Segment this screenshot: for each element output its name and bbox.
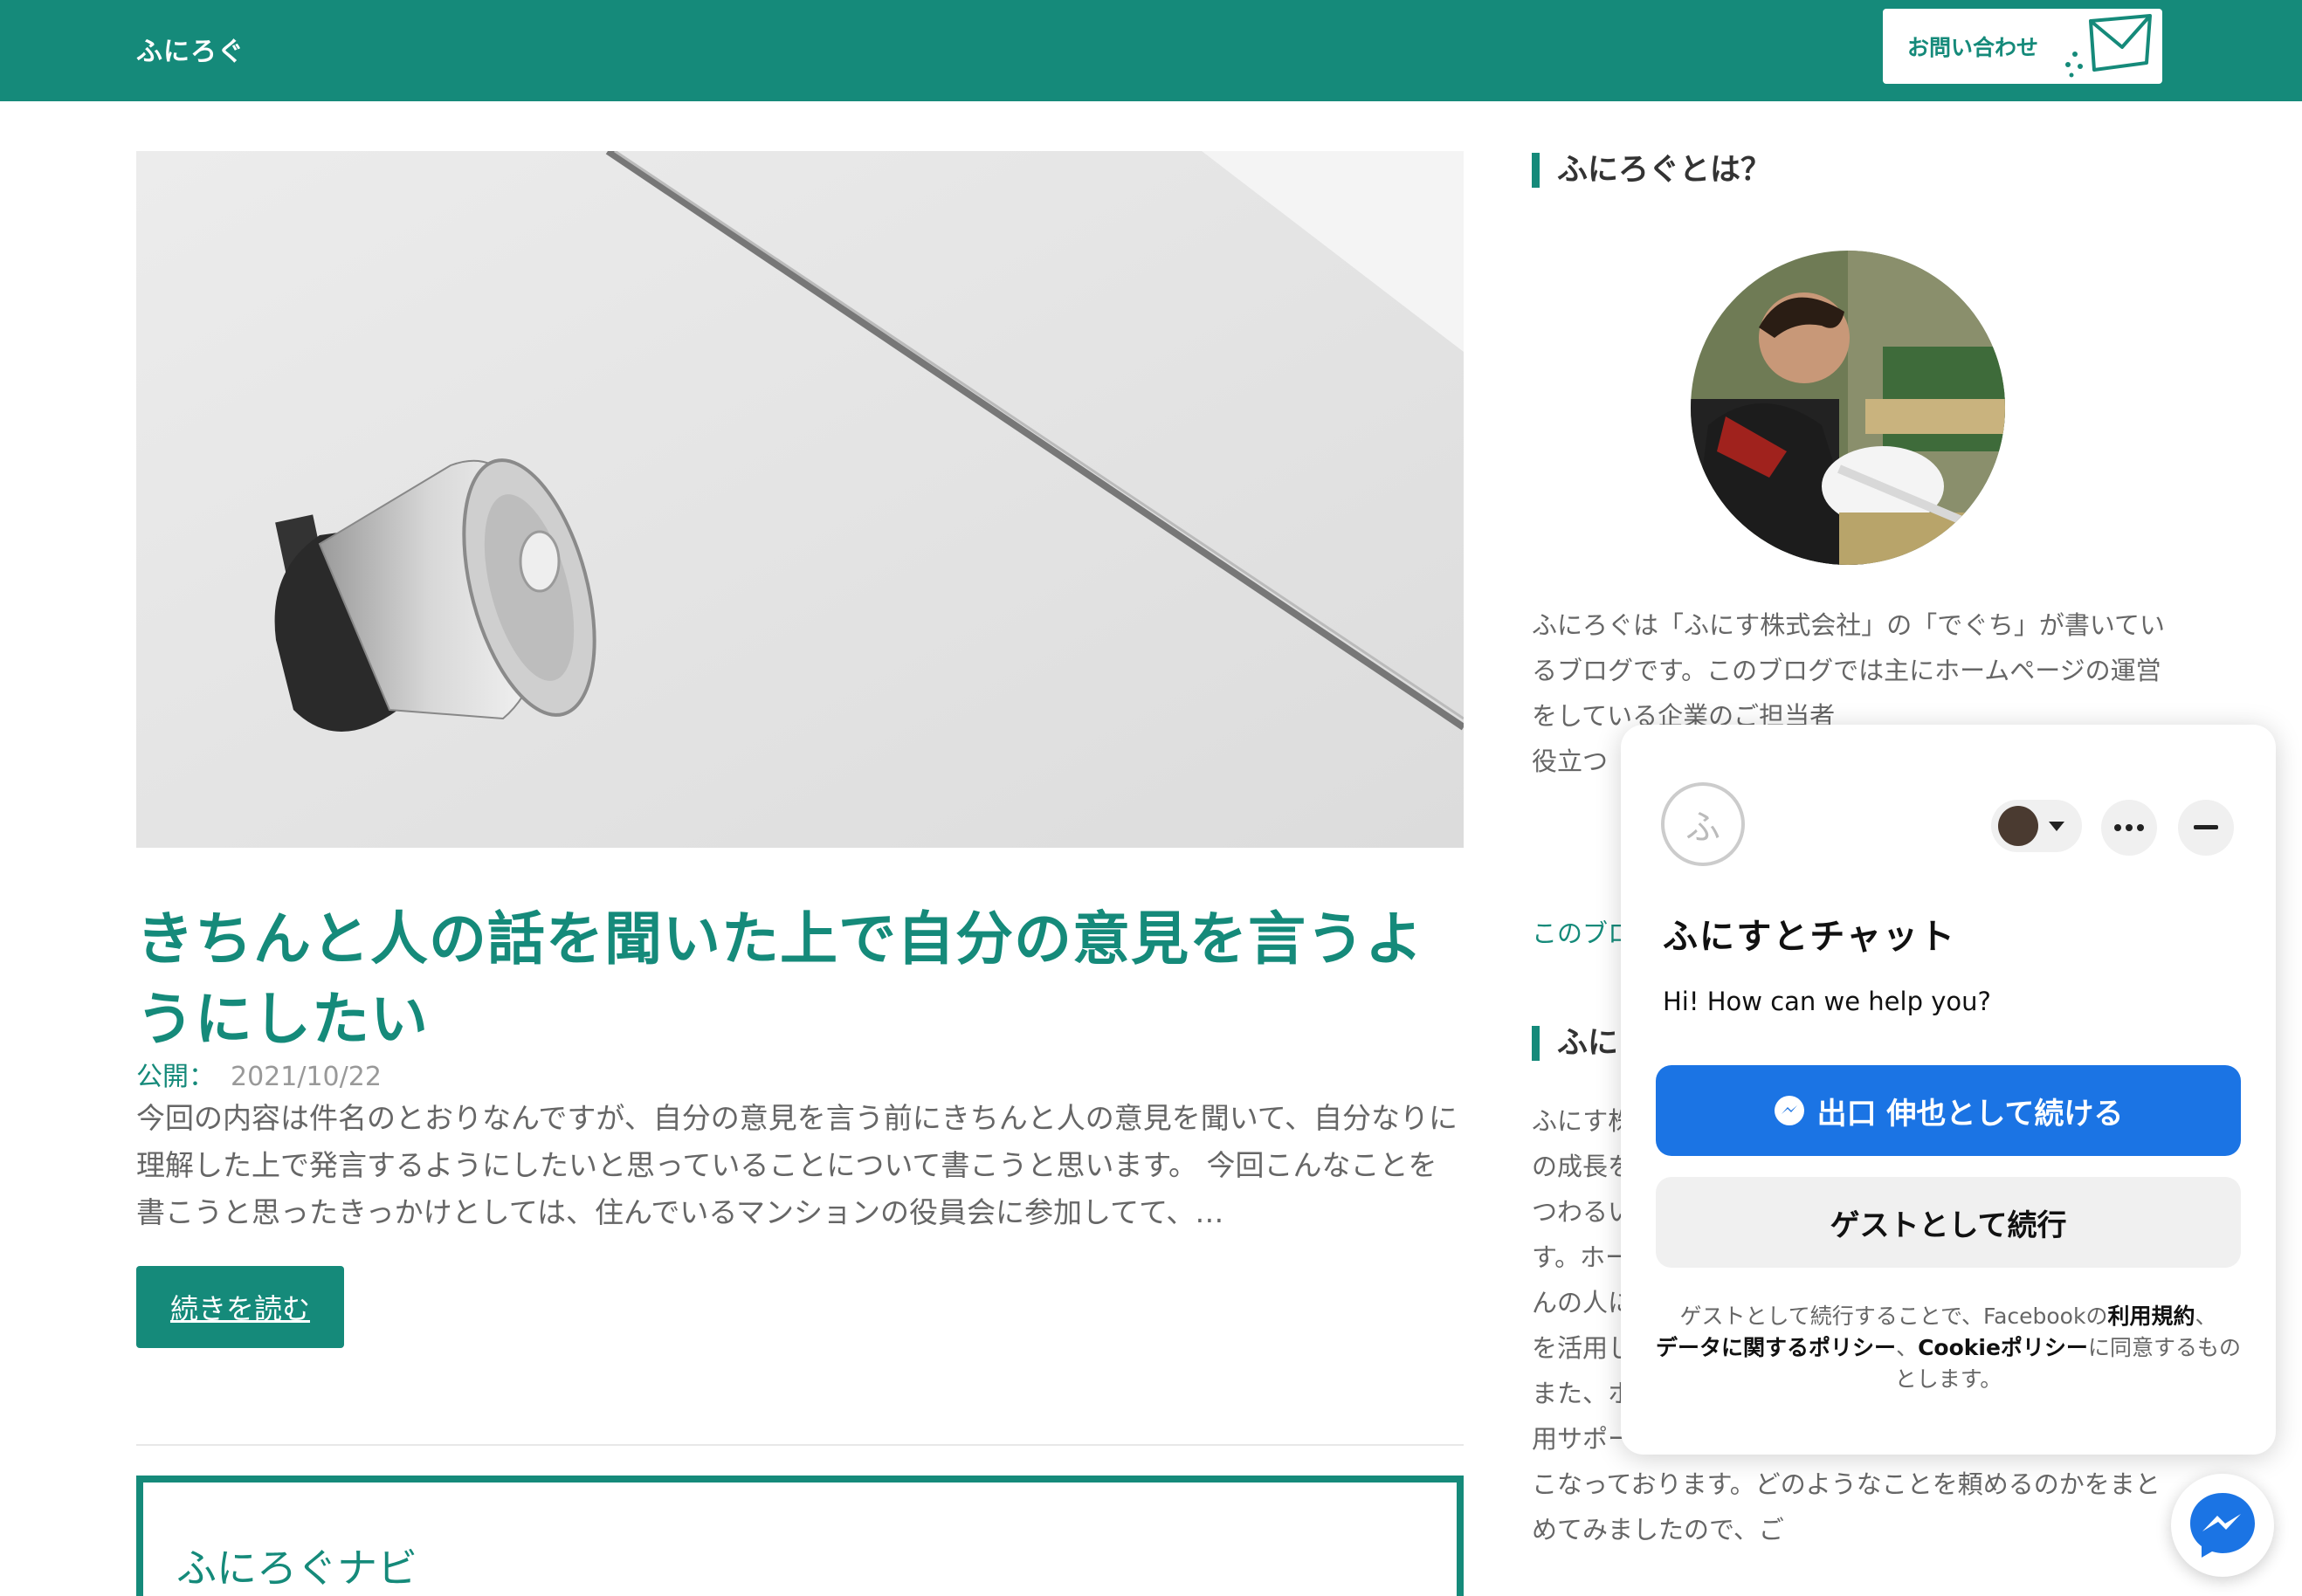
published-label: 公開： bbox=[136, 1062, 215, 1092]
page-logo: ふ bbox=[1661, 782, 1745, 866]
site-header: ふにろぐ お問い合わせ bbox=[0, 0, 2302, 101]
published-date: 2021/10/22 bbox=[231, 1062, 382, 1092]
messenger-icon bbox=[2190, 1493, 2255, 1558]
chat-greeting: Hi! How can we help you? bbox=[1663, 987, 1991, 1016]
messenger-icon bbox=[1774, 1096, 1804, 1125]
post-meta: 公開： 2021/10/22 bbox=[136, 1055, 382, 1093]
cookie-policy-link[interactable]: Cookieポリシー bbox=[1918, 1335, 2088, 1360]
navi-title: ふにろぐナビ bbox=[176, 1544, 417, 1592]
user-avatar bbox=[1998, 806, 2038, 846]
envelope-icon bbox=[2065, 14, 2152, 78]
legal-sep-1: 、 bbox=[2195, 1304, 2217, 1329]
caret-down-icon bbox=[2049, 821, 2064, 831]
legal-sep-2: 、 bbox=[1896, 1335, 1919, 1360]
content-divider bbox=[136, 1444, 1464, 1446]
site-title[interactable]: ふにろぐ bbox=[136, 30, 245, 68]
read-more-button[interactable]: 続きを読む bbox=[136, 1266, 344, 1348]
post-hero-image[interactable] bbox=[136, 151, 1464, 848]
post-title[interactable]: きちんと人の話を聞いた上で自分の意見を言うようにしたい bbox=[136, 899, 1464, 1060]
contact-label: お問い合わせ bbox=[1907, 35, 2039, 60]
messenger-chat-panel: ふ ふにすとチャット Hi! How can we help you? 出口 伸… bbox=[1621, 725, 2276, 1455]
chat-name: ふにすとチャット bbox=[1663, 917, 1956, 957]
legal-pre: ゲストとして続行することで、Facebookの bbox=[1679, 1304, 2108, 1329]
contact-button[interactable]: お問い合わせ bbox=[1883, 9, 2162, 84]
more-options-button[interactable] bbox=[2101, 800, 2157, 856]
author-avatar bbox=[1691, 251, 2005, 565]
megaphone-illustration bbox=[136, 151, 1464, 848]
about-link[interactable]: このブロ bbox=[1532, 913, 1633, 950]
about-heading: ふにろぐとは？ bbox=[1532, 153, 1771, 188]
continue-as-user-button[interactable]: 出口 伸也として続ける bbox=[1656, 1065, 2241, 1156]
minus-icon bbox=[2194, 825, 2218, 829]
ellipsis-icon bbox=[2114, 824, 2144, 831]
terms-link[interactable]: 利用規約 bbox=[2107, 1304, 2195, 1329]
messenger-fab-button[interactable] bbox=[2171, 1474, 2274, 1577]
continue-as-guest-button[interactable]: ゲストとして続行 bbox=[1656, 1177, 2241, 1268]
post-excerpt: 今回の内容は件名のとおりなんですが、自分の意見を言う前にきちんと人の意見を聞いて… bbox=[136, 1101, 1458, 1229]
continue-as-user-label: 出口 伸也として続ける bbox=[1816, 1096, 2124, 1132]
account-switcher[interactable] bbox=[1991, 800, 2082, 852]
chat-legal-text: ゲストとして続行することで、Facebookの利用規約、 データに関するポリシー、… bbox=[1656, 1301, 2241, 1395]
minimize-button[interactable] bbox=[2178, 800, 2234, 856]
data-policy-link[interactable]: データに関するポリシー bbox=[1656, 1335, 1896, 1360]
